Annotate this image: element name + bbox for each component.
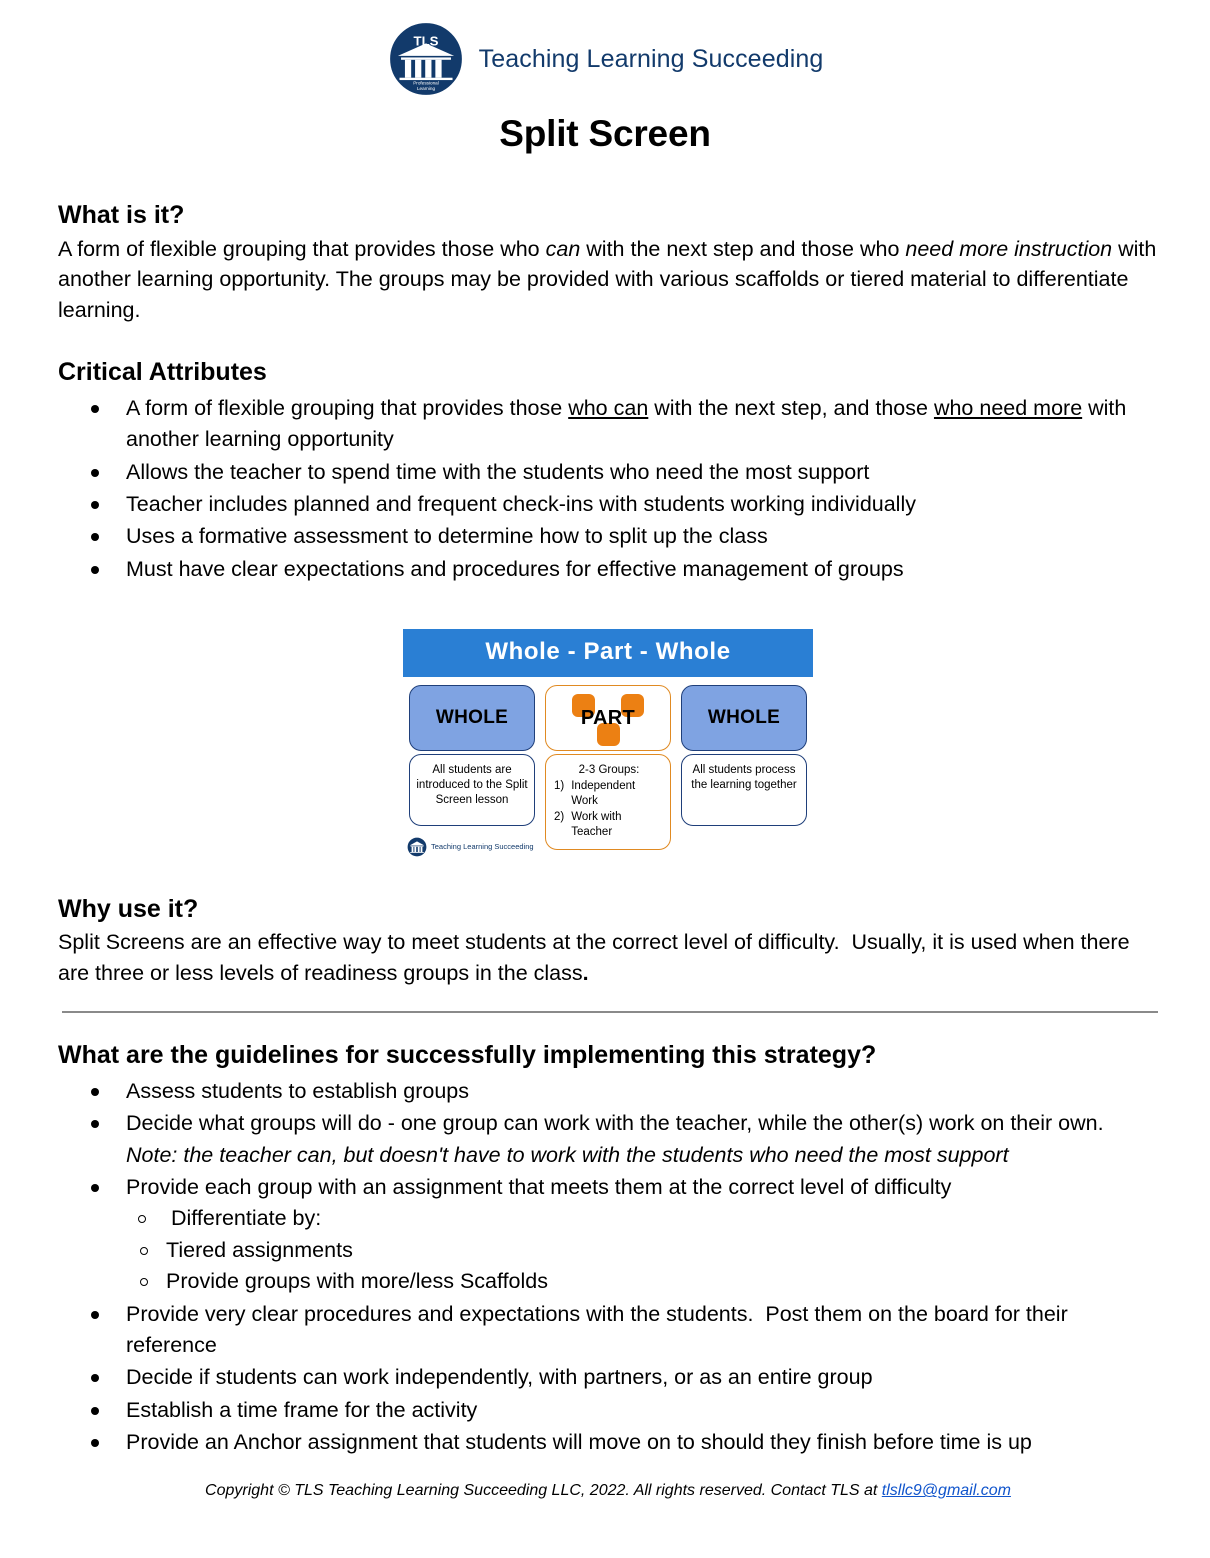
list-item-text: Decide what groups will do - one group c… (126, 1111, 1104, 1167)
list-item-text: Provide very clear procedures and expect… (126, 1301, 1068, 1357)
diagram-desc-part-item: 2) Work with Teacher (554, 810, 664, 840)
diagram-desc-part-item-text: Work with Teacher (571, 810, 622, 838)
diagram-desc-part-item-text: Independent Work (571, 780, 636, 808)
list-item-text: Differentiate by: (171, 1206, 322, 1231)
diagram-caption-whole-right: WHOLE (681, 685, 807, 752)
heading-why-use-it: Why use it? (58, 894, 199, 923)
paragraph-what-is-it: A form of flexible grouping that provide… (58, 236, 1157, 323)
diagram-desc-whole-right: All students process the learning togeth… (681, 754, 807, 827)
guideline-item: Decide if students can work independentl… (58, 1362, 1158, 1393)
bullet-dot-icon (91, 1439, 99, 1447)
diagram-desc-part-item: 1) Independent Work (554, 779, 664, 809)
bullet-dot-icon (91, 1406, 99, 1415)
bullet-dot-icon (91, 500, 99, 509)
diagram-column-whole-right: WHOLE All students process the learning … (681, 685, 807, 850)
list-item-text: Assess students to establish groups (126, 1078, 469, 1103)
bullet-dot-icon (91, 468, 99, 477)
bullet-dot-icon (91, 1310, 99, 1319)
differentiate-option-item: Tiered assignments (126, 1235, 1158, 1266)
tls-mini-logo-icon (407, 837, 427, 857)
diagram-caption-part-label: PART (580, 706, 636, 729)
differentiate-sublist: Differentiate by: Tiered assignments Provi… (126, 1203, 1158, 1297)
list-item-text: Must have clear expectations and procedu… (126, 556, 904, 581)
bullet-dot-icon (91, 1087, 99, 1096)
page-title: Split Screen (499, 113, 711, 154)
guideline-item: Provide each group with an assignment th… (58, 1172, 1158, 1298)
diagram-caption-part: PART (545, 685, 671, 752)
list-item-text: Establish a time frame for the activity (126, 1397, 478, 1422)
brand-name: Teaching Learning Succeeding (478, 44, 824, 73)
guideline-item: Provide very clear procedures and expect… (58, 1299, 1158, 1362)
diagram-column-whole-left: WHOLE All students are introduced to the… (409, 685, 535, 850)
list-item-text: Tiered assignments (166, 1237, 353, 1262)
diagram-brand-label: Teaching Learning Succeeding (431, 842, 534, 852)
copyright-footer: Copyright © TLS Teaching Learning Succee… (58, 1482, 1158, 1500)
diagram-desc-part-item-num: 2) (554, 810, 565, 823)
critical-attributes-list: A form of flexible grouping that provide… (58, 393, 1158, 585)
whole-part-whole-diagram: Whole - Part - Whole WHOLE All students … (58, 629, 1158, 863)
svg-text:Learning: Learning (417, 86, 436, 91)
list-item-text: Provide groups with more/less Scaffolds (166, 1269, 549, 1294)
diagram-column-part: PART 2-3 Groups: 1) Independent Work 2) … (545, 685, 671, 850)
diagram-desc-part-item-num: 1) (554, 780, 565, 793)
bullet-dot-icon (91, 565, 99, 574)
critical-attribute-item: Uses a formative assessment to determine… (58, 521, 1158, 552)
paragraph-why-use-it: Split Screens are an effective way to me… (58, 930, 1130, 986)
list-item-text: Decide if students can work independentl… (126, 1365, 873, 1390)
differentiate-by-item: Differentiate by: (126, 1203, 1158, 1234)
diagram-caption-whole-left: WHOLE (409, 685, 535, 752)
critical-attribute-item: A form of flexible grouping that provide… (58, 393, 1158, 456)
guideline-item: Provide an Anchor assignment that studen… (58, 1427, 1158, 1458)
diagram-desc-part-title: 2-3 Groups: (578, 764, 640, 777)
guideline-item: Establish a time frame for the activity (58, 1395, 1158, 1426)
list-item-text: A form of flexible grouping that provide… (126, 395, 1127, 452)
critical-attribute-item: Teacher includes planned and frequent ch… (58, 489, 1158, 520)
tls-logo-icon: TLS Professional Learning (388, 21, 464, 97)
contact-email-link[interactable]: tlsllc9@gmail.com (882, 1482, 1011, 1499)
diagram-desc-part: 2-3 Groups: 1) Independent Work 2) Work … (545, 754, 671, 850)
section-divider (62, 1011, 1158, 1014)
list-item-text: Provide each group with an assignment th… (126, 1175, 952, 1199)
differentiate-option-item: Provide groups with more/less Scaffolds (126, 1266, 1158, 1297)
bullet-ring-icon (138, 1215, 146, 1224)
bullet-dot-icon (91, 1374, 99, 1383)
bullet-dot-icon (91, 404, 99, 413)
list-item-text: Allows the teacher to spend time with th… (126, 459, 870, 484)
brand-header: TLS Professional Learning Teaching Learn… (0, 0, 1210, 97)
copyright-text: Copyright © TLS Teaching Learning Succee… (205, 1482, 882, 1500)
heading-guidelines: What are the guidelines for successfully… (58, 1041, 877, 1070)
list-item-text: Uses a formative assessment to determine… (126, 524, 768, 549)
bullet-dot-icon (91, 1120, 99, 1129)
guideline-item: Decide what groups will do - one group c… (58, 1108, 1158, 1171)
bullet-ring-icon (140, 1246, 148, 1255)
list-item-text: Teacher includes planned and frequent ch… (126, 491, 916, 516)
differentiate-options-list: Tiered assignments Provide groups with mo… (126, 1235, 1158, 1298)
heading-what-is-it: What is it? (58, 201, 185, 229)
critical-attribute-item: Must have clear expectations and procedu… (58, 554, 1158, 585)
guidelines-list: Assess students to establish groups Decid… (58, 1076, 1158, 1459)
list-item-text: Provide an Anchor assignment that studen… (126, 1430, 1032, 1454)
bullet-dot-icon (91, 1184, 99, 1192)
svg-text:Professional: Professional (413, 81, 439, 86)
guideline-item: Assess students to establish groups (58, 1076, 1158, 1107)
bullet-ring-icon (140, 1278, 148, 1287)
heading-critical-attributes: Critical Attributes (58, 358, 267, 387)
bullet-dot-icon (91, 533, 99, 542)
critical-attribute-item: Allows the teacher to spend time with th… (58, 457, 1158, 488)
diagram-header: Whole - Part - Whole (403, 629, 813, 678)
diagram-desc-whole-left: All students are introduced to the Split… (409, 754, 535, 827)
